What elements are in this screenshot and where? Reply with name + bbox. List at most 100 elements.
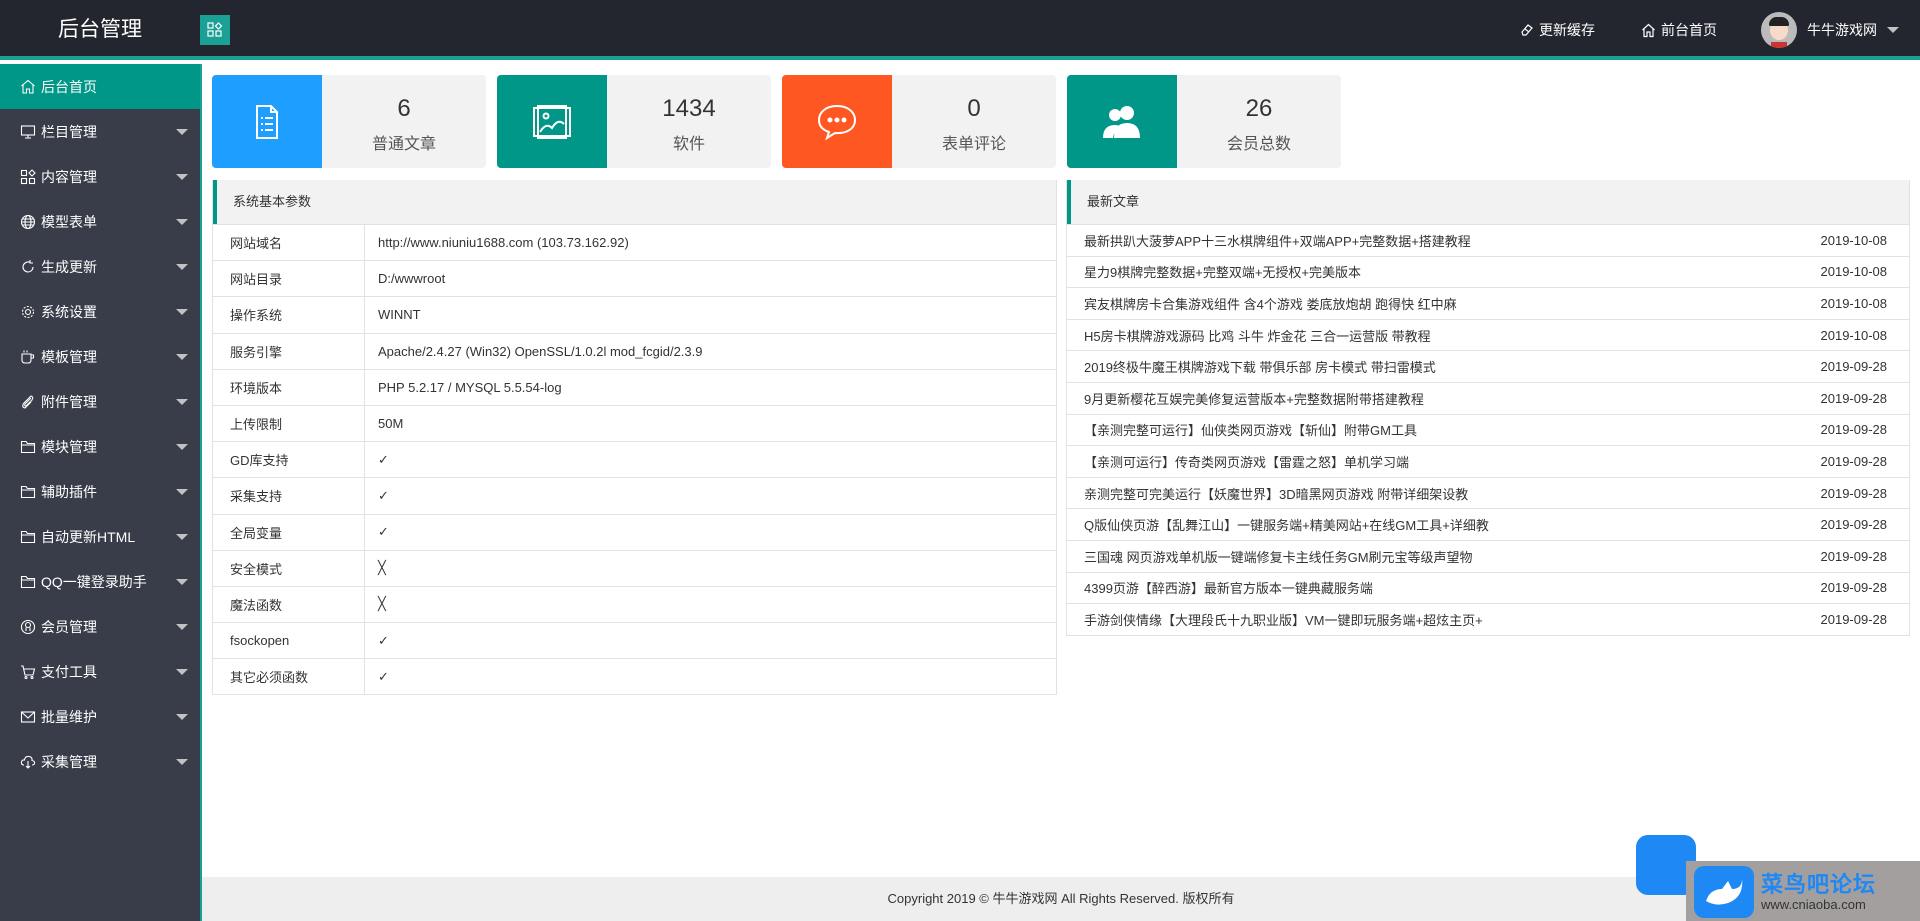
list-item[interactable]: 9月更新樱花互娱完美修复运营版本+完整数据附带搭建教程2019-09-28	[1067, 382, 1909, 414]
article-title-link[interactable]: 星力9棋牌完整数据+完整双端+无授权+完美版本	[1084, 262, 1361, 281]
list-item[interactable]: 宾友棋牌房卡合集游戏组件 含4个游戏 娄底放炮胡 跑得快 红中麻2019-10-…	[1067, 287, 1909, 319]
article-date: 2019-09-28	[1821, 454, 1888, 469]
article-title-link[interactable]: Q版仙侠页游【乱舞江山】一键服务端+精美网站+在线GM工具+详细教	[1084, 515, 1489, 534]
stat-value: 6	[322, 95, 486, 123]
mail-icon	[20, 709, 36, 725]
param-value: D:/wwwroot	[365, 271, 445, 286]
refresh-cache-link[interactable]: 更新缓存	[1520, 0, 1595, 60]
param-value: 50M	[365, 416, 403, 431]
stat-card[interactable]: 26会员总数	[1067, 75, 1341, 168]
article-title-link[interactable]: 9月更新樱花互娱完美修复运营版本+完整数据附带搭建教程	[1084, 389, 1424, 408]
gear-icon	[20, 304, 36, 320]
user-circle-icon	[20, 619, 36, 635]
stat-card[interactable]: 1434软件	[497, 75, 771, 168]
home-icon	[1641, 23, 1656, 38]
list-item[interactable]: 三国魂 网页游戏单机版一键端修复卡主线任务GM刷元宝等级声望物2019-09-2…	[1067, 540, 1909, 572]
param-name: fsockopen	[213, 623, 365, 658]
system-info-title: 系统基本参数	[213, 180, 1056, 224]
sidebar-item-label: 会员管理	[41, 617, 97, 637]
sidebar-item-13[interactable]: 支付工具	[0, 649, 200, 694]
avatar	[1761, 12, 1797, 48]
sidebar-item-0[interactable]: 后台首页	[0, 64, 200, 109]
sidebar-item-2[interactable]: 内容管理	[0, 154, 200, 199]
sidebar-toggle-button[interactable]	[200, 15, 230, 45]
sidebar-item-4[interactable]: 生成更新	[0, 244, 200, 289]
list-item[interactable]: 亲测完整可完美运行【妖魔世界】3D暗黑网页游戏 附带详细架设教2019-09-2…	[1067, 477, 1909, 509]
sidebar-item-label: 内容管理	[41, 167, 97, 187]
table-row: 安全模式╳	[213, 550, 1056, 586]
user-menu[interactable]: 牛牛游戏网	[1761, 0, 1899, 60]
table-row: 服务引擎Apache/2.4.27 (Win32) OpenSSL/1.0.2l…	[213, 333, 1056, 369]
folder-icon	[20, 484, 36, 500]
article-title-link[interactable]: 4399页游【醉西游】最新官方版本一键典藏服务端	[1084, 578, 1373, 597]
param-value: ✓	[365, 633, 389, 649]
sidebar-item-9[interactable]: 辅助插件	[0, 469, 200, 514]
sidebar-item-10[interactable]: 自动更新HTML	[0, 514, 200, 559]
sidebar-item-12[interactable]: 会员管理	[0, 604, 200, 649]
article-title-link[interactable]: 2019终极牛魔王棋牌游戏下载 带俱乐部 房卡模式 带扫雷模式	[1084, 357, 1436, 376]
sidebar-item-14[interactable]: 批量维护	[0, 694, 200, 739]
stat-label: 软件	[607, 130, 771, 154]
param-name: 采集支持	[213, 478, 365, 513]
param-value: WINNT	[365, 307, 421, 322]
sidebar: 后台首页栏目管理内容管理模型表单生成更新系统设置模板管理附件管理模块管理辅助插件…	[0, 64, 202, 921]
sidebar-item-label: 批量维护	[41, 707, 97, 727]
list-item[interactable]: 【亲测可运行】传奇类网页游戏【雷霆之怒】单机学习端 2019-09-28	[1067, 445, 1909, 477]
list-item[interactable]: 手游剑侠情缘【大理段氏十九职业版】VM一键即玩服务端+超炫主页+2019-09-…	[1067, 603, 1909, 635]
article-title-link[interactable]: 【亲测可运行】传奇类网页游戏【雷霆之怒】单机学习端	[1084, 452, 1409, 471]
top-header: 后台管理 更新缓存 前台首页 牛牛游戏网	[0, 0, 1920, 60]
refresh-cache-label: 更新缓存	[1539, 20, 1595, 40]
eraser-icon	[1520, 23, 1534, 37]
chevron-down-icon	[176, 714, 188, 720]
list-item[interactable]: Q版仙侠页游【乱舞江山】一键服务端+精美网站+在线GM工具+详细教2019-09…	[1067, 508, 1909, 540]
document-list-icon	[245, 100, 289, 144]
param-value: http://www.niuniu1688.com (103.73.162.92…	[365, 235, 629, 250]
param-value: Apache/2.4.27 (Win32) OpenSSL/1.0.2l mod…	[365, 344, 702, 359]
stat-card[interactable]: 0表单评论	[782, 75, 1056, 168]
monitor-icon	[20, 124, 36, 140]
sidebar-item-label: 模型表单	[41, 212, 97, 232]
stat-value: 26	[1177, 95, 1341, 123]
article-title-link[interactable]: 手游剑侠情缘【大理段氏十九职业版】VM一键即玩服务端+超炫主页+	[1084, 610, 1483, 629]
folder-icon	[20, 439, 36, 455]
sidebar-item-5[interactable]: 系统设置	[0, 289, 200, 334]
list-item[interactable]: 4399页游【醉西游】最新官方版本一键典藏服务端2019-09-28	[1067, 572, 1909, 604]
stat-card[interactable]: 6普通文章	[212, 75, 486, 168]
list-item[interactable]: H5房卡棋牌游戏源码 比鸡 斗牛 炸金花 三合一运营版 带教程2019-10-0…	[1067, 319, 1909, 351]
list-item[interactable]: 星力9棋牌完整数据+完整双端+无授权+完美版本2019-10-08	[1067, 256, 1909, 288]
table-row: 魔法函数╳	[213, 586, 1056, 622]
sidebar-item-3[interactable]: 模型表单	[0, 199, 200, 244]
chevron-down-icon	[176, 174, 188, 180]
sidebar-item-label: 采集管理	[41, 752, 97, 772]
sidebar-item-1[interactable]: 栏目管理	[0, 109, 200, 154]
article-title-link[interactable]: 宾友棋牌房卡合集游戏组件 含4个游戏 娄底放炮胡 跑得快 红中麻	[1084, 294, 1457, 313]
latest-articles-title: 最新文章	[1067, 180, 1909, 224]
param-value: PHP 5.2.17 / MYSQL 5.5.54-log	[365, 380, 562, 395]
article-title-link[interactable]: 三国魂 网页游戏单机版一键端修复卡主线任务GM刷元宝等级声望物	[1084, 547, 1473, 566]
stat-icon-box	[497, 75, 607, 168]
apps-icon	[207, 22, 223, 38]
chevron-down-icon	[176, 219, 188, 225]
sidebar-item-8[interactable]: 模块管理	[0, 424, 200, 469]
table-row: 网站域名http://www.niuniu1688.com (103.73.16…	[213, 224, 1056, 260]
list-item[interactable]: 最新拱趴大菠萝APP十三水棋牌组件+双端APP+完整数据+搭建教程2019-10…	[1067, 224, 1909, 256]
sidebar-item-15[interactable]: 采集管理	[0, 739, 200, 784]
param-name: 服务引擎	[213, 334, 365, 369]
refresh-icon	[20, 259, 36, 275]
chevron-down-icon	[176, 759, 188, 765]
sidebar-item-7[interactable]: 附件管理	[0, 379, 200, 424]
list-item[interactable]: 【亲测完整可运行】仙侠类网页游戏【斩仙】附带GM工具2019-09-28	[1067, 414, 1909, 446]
article-title-link[interactable]: 最新拱趴大菠萝APP十三水棋牌组件+双端APP+完整数据+搭建教程	[1084, 231, 1471, 250]
list-item[interactable]: 2019终极牛魔王棋牌游戏下载 带俱乐部 房卡模式 带扫雷模式2019-09-2…	[1067, 350, 1909, 382]
article-title-link[interactable]: 亲测完整可完美运行【妖魔世界】3D暗黑网页游戏 附带详细架设教	[1084, 484, 1468, 503]
cart-icon	[20, 664, 36, 680]
chevron-down-icon	[176, 354, 188, 360]
article-title-link[interactable]: H5房卡棋牌游戏源码 比鸡 斗牛 炸金花 三合一运营版 带教程	[1084, 326, 1431, 345]
users-icon	[1100, 100, 1144, 144]
frontend-home-link[interactable]: 前台首页	[1641, 0, 1717, 60]
home-icon	[20, 79, 36, 95]
article-title-link[interactable]: 【亲测完整可运行】仙侠类网页游戏【斩仙】附带GM工具	[1084, 420, 1417, 439]
table-row: 上传限制50M	[213, 405, 1056, 441]
sidebar-item-11[interactable]: QQ一键登录助手	[0, 559, 200, 604]
sidebar-item-6[interactable]: 模板管理	[0, 334, 200, 379]
